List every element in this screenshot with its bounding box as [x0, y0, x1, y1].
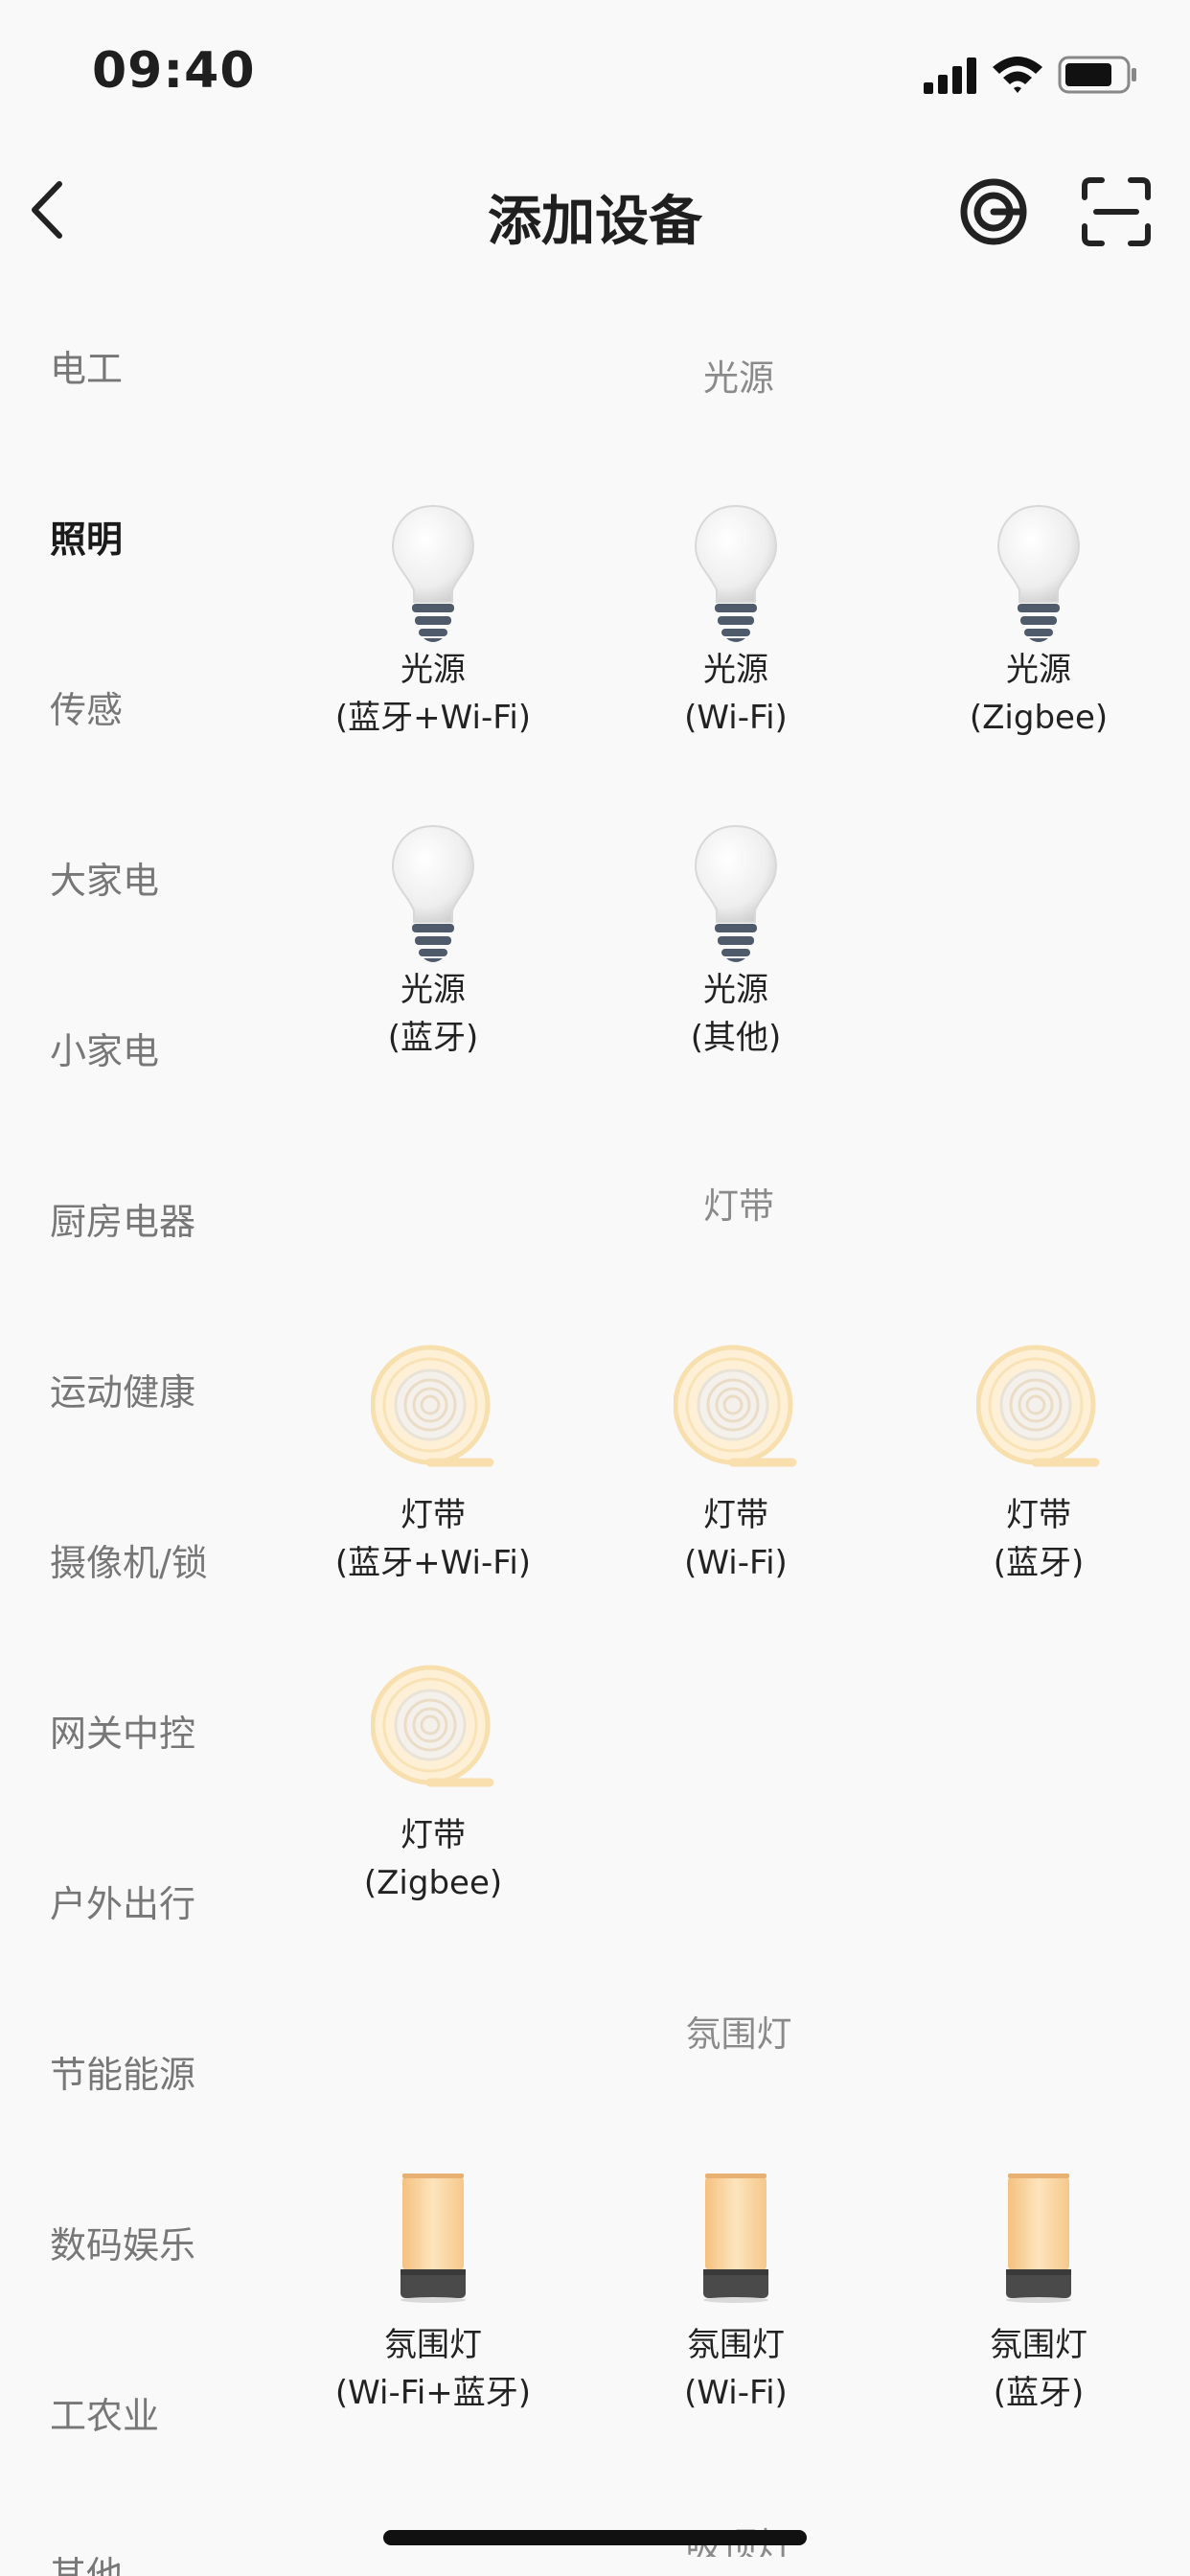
bulb-icon — [695, 505, 777, 643]
category-industry-agriculture[interactable]: 工农业 — [50, 2386, 159, 2439]
bulb-icon — [997, 505, 1080, 643]
device-item[interactable]: 灯带 (蓝牙+Wi-Fi) — [289, 1344, 577, 1587]
device-item[interactable]: 氛围灯 (Wi-Fi) — [592, 2170, 880, 2417]
section-title-ambient-lamp: 氛围灯 — [685, 2013, 792, 2055]
ambient-lamp-icon — [400, 2174, 466, 2303]
light-strip-icon — [371, 1664, 495, 1792]
category-other[interactable]: 其他 — [50, 2545, 123, 2576]
device-item[interactable]: 光源 (Zigbee) — [895, 502, 1182, 742]
category-gateway[interactable]: 网关中控 — [50, 1704, 195, 1757]
bulb-icon — [392, 505, 474, 643]
device-item[interactable]: 光源 (蓝牙) — [289, 822, 577, 1062]
device-item[interactable]: 光源 (Wi-Fi) — [592, 502, 880, 742]
category-large-appliance[interactable]: 大家电 — [50, 851, 159, 904]
signal-icon — [924, 58, 976, 94]
bulb-icon — [695, 825, 777, 963]
category-electrical[interactable]: 电工 — [50, 339, 123, 392]
status-time: 09:40 — [92, 42, 256, 100]
device-item[interactable]: 灯带 (Zigbee) — [289, 1664, 577, 1907]
category-lighting[interactable]: 照明 — [50, 510, 123, 563]
section-title-light-source: 光源 — [703, 357, 774, 399]
ambient-lamp-icon — [1006, 2174, 1071, 2303]
light-strip-icon — [976, 1344, 1101, 1472]
device-item[interactable]: 氛围灯 (蓝牙) — [895, 2170, 1182, 2417]
status-bar: 09:40 — [0, 0, 1190, 153]
category-outdoor[interactable]: 户外出行 — [50, 1874, 195, 1927]
category-sports-health[interactable]: 运动健康 — [50, 1363, 195, 1415]
light-strip-icon — [371, 1344, 495, 1472]
category-sensor[interactable]: 传感 — [50, 680, 123, 733]
section-title-light-strip: 灯带 — [703, 1185, 774, 1227]
header: 添加设备 — [0, 153, 1190, 268]
device-item[interactable]: 灯带 (蓝牙) — [895, 1344, 1182, 1587]
category-camera-lock[interactable]: 摄像机/锁 — [50, 1533, 208, 1586]
device-item[interactable]: 光源 (蓝牙+Wi-Fi) — [289, 502, 577, 742]
home-indicator — [383, 2530, 807, 2545]
device-item[interactable]: 灯带 (Wi-Fi) — [592, 1344, 880, 1587]
category-small-appliance[interactable]: 小家电 — [50, 1022, 159, 1074]
bulb-icon — [392, 825, 474, 963]
wifi-icon — [993, 57, 1042, 93]
device-item[interactable]: 光源 (其他) — [592, 822, 880, 1062]
ambient-lamp-icon — [703, 2174, 768, 2303]
category-energy[interactable]: 节能能源 — [50, 2045, 195, 2098]
battery-icon — [1058, 56, 1136, 94]
category-kitchen[interactable]: 厨房电器 — [50, 1192, 195, 1245]
light-strip-icon — [674, 1344, 798, 1472]
nearby-scan-icon[interactable] — [958, 176, 1029, 247]
qr-scan-icon[interactable] — [1081, 176, 1152, 247]
device-item[interactable]: 氛围灯 (Wi-Fi+蓝牙) — [289, 2170, 577, 2417]
category-digital[interactable]: 数码娱乐 — [50, 2216, 195, 2268]
